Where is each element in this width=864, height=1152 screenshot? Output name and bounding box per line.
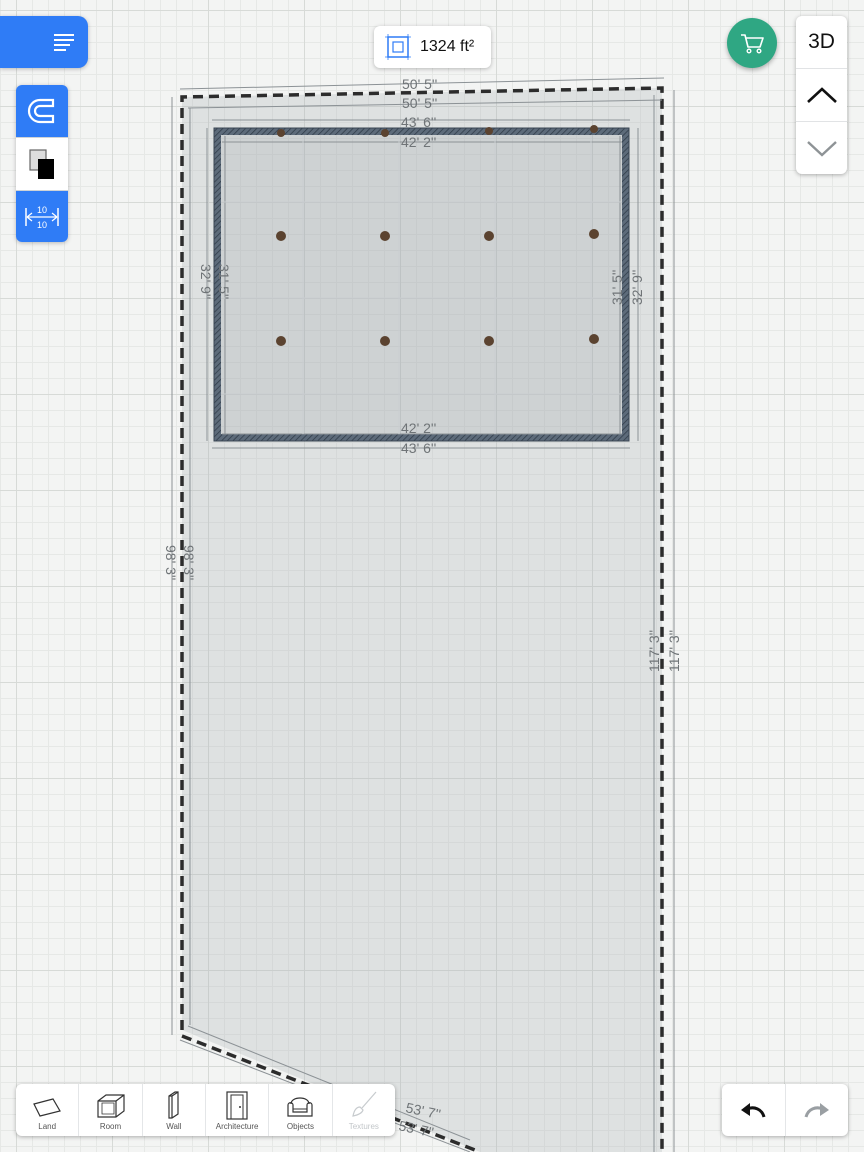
level-up-button[interactable] [796,69,847,122]
measure-icon: 10 10 [25,205,59,230]
door-icon [226,1091,248,1120]
tool-architecture[interactable]: Architecture [206,1084,270,1136]
cart-icon [741,34,764,54]
area-icon [385,34,411,60]
redo-icon [804,1103,829,1118]
snap-toggle[interactable] [16,85,68,138]
tool-wall[interactable]: Wall [143,1084,206,1136]
menu-icon [54,31,74,54]
layers-icon [29,149,54,179]
svg-text:10: 10 [37,205,47,215]
tool-textures[interactable]: Textures [333,1084,395,1136]
tool-land-label: Land [38,1122,57,1131]
post [590,125,598,133]
post [276,336,286,346]
redo-button[interactable] [786,1084,849,1136]
dim-land-top-outer: 50' 5'' [402,76,437,92]
shop-button[interactable] [727,18,777,68]
svg-text:10: 10 [37,220,47,230]
floor-plan-canvas[interactable]: 50' 5'' 50' 5'' 43' 6'' 42' 2'' 42' 2'' … [0,0,864,1152]
3d-label: 3D [808,30,835,53]
chevron-up-icon [806,87,837,103]
undo-icon [741,1103,766,1118]
view-controls: 3D [796,16,847,174]
area-value: 1324 ft² [420,38,475,55]
level-down-button[interactable] [796,122,847,174]
dim-land-right-outer: 117' 3'' [666,630,682,672]
history-controls [722,1084,848,1136]
dim-room-right-outer: 32' 9'' [629,270,645,305]
dim-land-top-inner: 50' 5'' [402,95,437,111]
3d-view-button[interactable]: 3D [796,16,847,69]
tool-land[interactable]: Land [16,1084,80,1136]
land-icon [33,1098,62,1117]
dim-land-left-inner: 98' 3'' [181,545,197,580]
tool-room[interactable]: Room [79,1084,143,1136]
tool-architecture-label: Architecture [215,1122,259,1131]
room-icon [97,1094,126,1118]
wall-icon [168,1091,179,1119]
post [381,129,389,137]
dim-room-top-inner: 42' 2'' [401,134,436,150]
measure-toggle[interactable]: 10 10 [16,191,68,242]
post [485,127,493,135]
dim-room-top-outer: 43' 6'' [401,114,436,130]
area-badge[interactable]: 1324 ft² [374,26,491,68]
tool-objects-label: Objects [286,1122,315,1131]
dim-room-bottom-inner: 42' 2'' [401,420,436,436]
left-toolbar: 10 10 [16,85,68,242]
dim-room-left-outer: 32' 9'' [198,264,214,299]
dim-land-left-outer: 98' 3'' [163,545,179,580]
post [589,334,599,344]
chevron-down-icon [806,141,837,157]
dim-room-right-inner: 31' 5'' [609,270,625,305]
room-floor[interactable] [215,129,628,440]
post [380,336,390,346]
post [589,229,599,239]
tool-room-label: Room [99,1122,122,1131]
tool-textures-label: Textures [348,1122,379,1131]
post [276,231,286,241]
post [484,336,494,346]
tool-wall-label: Wall [166,1122,182,1131]
undo-button[interactable] [722,1084,786,1136]
post [484,231,494,241]
brush-icon [352,1091,377,1117]
layers-toggle[interactable] [16,138,68,191]
post [277,129,285,137]
tool-objects[interactable]: Objects [269,1084,333,1136]
bottom-toolbar: Land Room Wall Architecture Objects Text… [16,1084,395,1136]
menu-button[interactable] [0,16,88,68]
dim-room-left-inner: 31' 5'' [216,264,232,299]
armchair-icon [287,1097,314,1117]
post [380,231,390,241]
dim-land-right-inner: 117' 3'' [646,630,662,672]
dim-room-bottom-outer: 43' 6'' [401,440,436,456]
magnet-icon [27,98,55,124]
